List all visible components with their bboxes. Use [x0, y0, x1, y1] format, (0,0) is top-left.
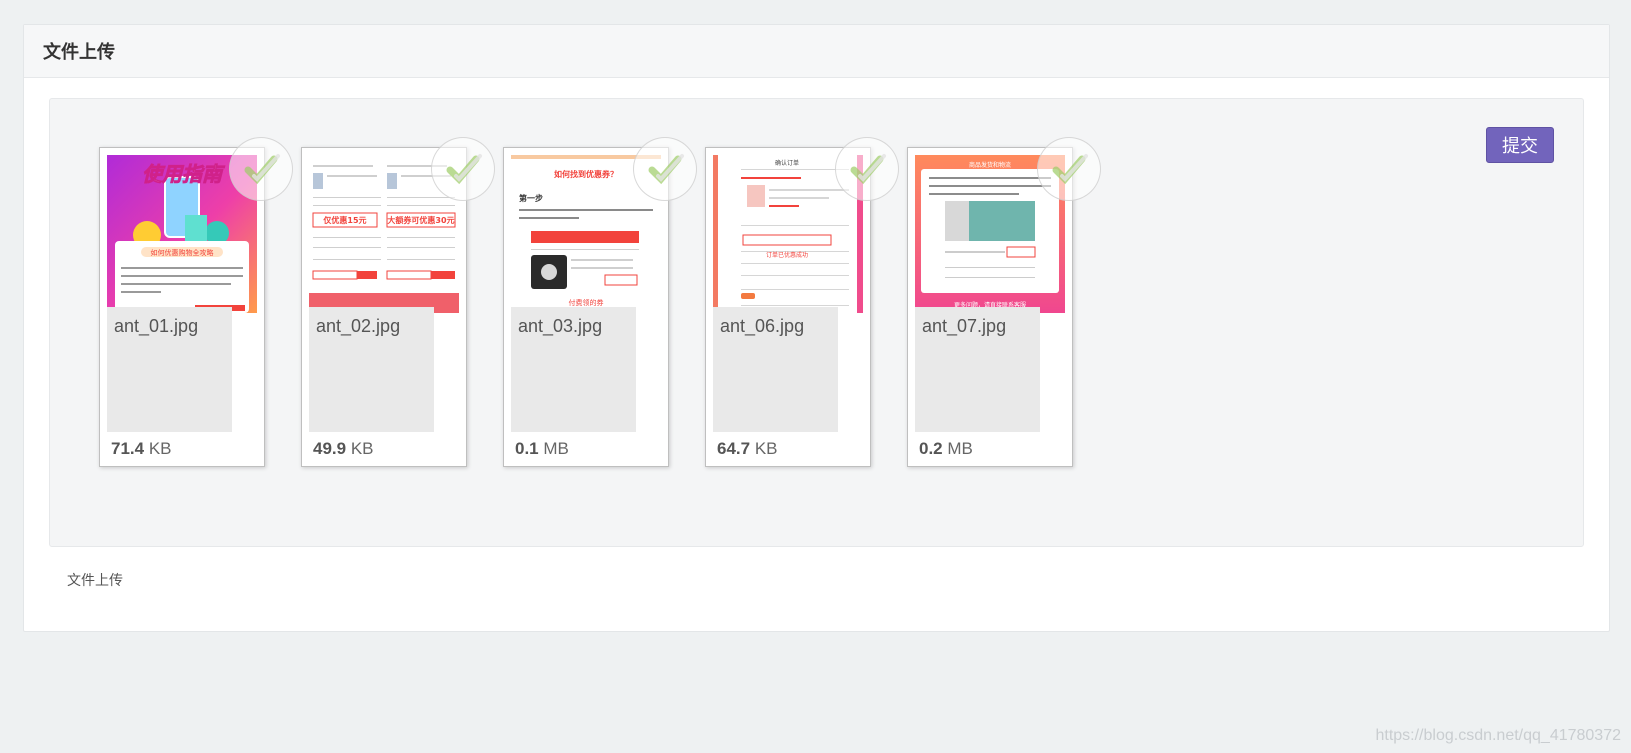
panel-header: 文件上传: [24, 25, 1609, 78]
file-size-value: 49.9: [313, 439, 347, 458]
file-name: ant_07.jpg: [922, 316, 1007, 336]
watermark: https://blog.csdn.net/qq_41780372: [1375, 727, 1621, 744]
thumb-top-title: 确认订单: [775, 159, 799, 167]
file-card-ant-03[interactable]: 如何找到优惠券？ 第一步 付费领的券 ant_03.jpg 0.1 MB: [503, 137, 697, 467]
file-name: ant_06.jpg: [720, 316, 805, 336]
thumb-red-caption: 付费领的券: [569, 298, 604, 307]
file-name: ant_02.jpg: [316, 316, 401, 336]
thumb-card-title: 如何优惠购物全攻略: [151, 248, 214, 257]
upload-success-check-icon: [1037, 137, 1101, 201]
file-card-ant-02[interactable]: 仅优惠15元 大额券可优惠30元 ant_02.jpg 49.9 KB: [301, 137, 495, 467]
file-size: 64.7 KB: [717, 439, 778, 459]
upload-success-check-icon: [633, 137, 697, 201]
panel-footer-text: 文件上传: [67, 572, 123, 588]
file-size-unit: KB: [148, 439, 172, 458]
thumb-left-red-text: 仅优惠15元: [322, 215, 366, 225]
file-size-value: 64.7: [717, 439, 751, 458]
file-size-unit: MB: [947, 439, 973, 458]
thumb-right-red-text: 大额券可优惠30元: [387, 215, 454, 225]
file-size: 0.2 MB: [919, 439, 973, 459]
file-card-ant-06[interactable]: 确认订单 订单已优惠成功 ant_06.jpg 64.7 KB: [705, 137, 899, 467]
file-card-ant-01[interactable]: 如何优惠购物全攻略 使用指南 ant_01.jpg 71.4 KB: [99, 137, 293, 467]
upload-success-check-icon: [835, 137, 899, 201]
thumb-header-text: 商品发货和物流: [969, 161, 1011, 169]
file-size-value: 0.2: [919, 439, 943, 458]
file-size: 0.1 MB: [515, 439, 569, 459]
file-size: 49.9 KB: [313, 439, 374, 459]
file-size: 71.4 KB: [111, 439, 172, 459]
file-size-unit: KB: [350, 439, 374, 458]
file-name: ant_03.jpg: [518, 316, 603, 336]
file-size-value: 71.4: [111, 439, 145, 458]
upload-panel: 文件上传 提交 如何优惠购物全攻略 使用指南 ant_01.jpg 71.4 K…: [23, 24, 1610, 632]
upload-drop-zone[interactable]: 提交 如何优惠购物全攻略 使用指南 ant_01.jpg 71.4 KB 仅优惠…: [49, 98, 1584, 547]
file-size-unit: MB: [543, 439, 569, 458]
thumb-banner-text: 使用指南: [142, 162, 225, 186]
panel-title: 文件上传: [43, 42, 115, 62]
file-card-ant-07[interactable]: 商品发货和物流 更多问题，请直接联系客服 ant_07.jpg 0.2 MB: [907, 137, 1101, 467]
submit-button[interactable]: 提交: [1486, 127, 1554, 163]
upload-success-check-icon: [229, 137, 293, 201]
thumb-step: 第一步: [519, 193, 543, 203]
file-name: ant_01.jpg: [114, 316, 199, 336]
thumb-title: 如何找到优惠券？: [554, 169, 618, 179]
upload-success-check-icon: [431, 137, 495, 201]
file-size-value: 0.1: [515, 439, 539, 458]
file-size-unit: KB: [754, 439, 778, 458]
thumb-red-caption: 订单已优惠成功: [766, 251, 808, 259]
